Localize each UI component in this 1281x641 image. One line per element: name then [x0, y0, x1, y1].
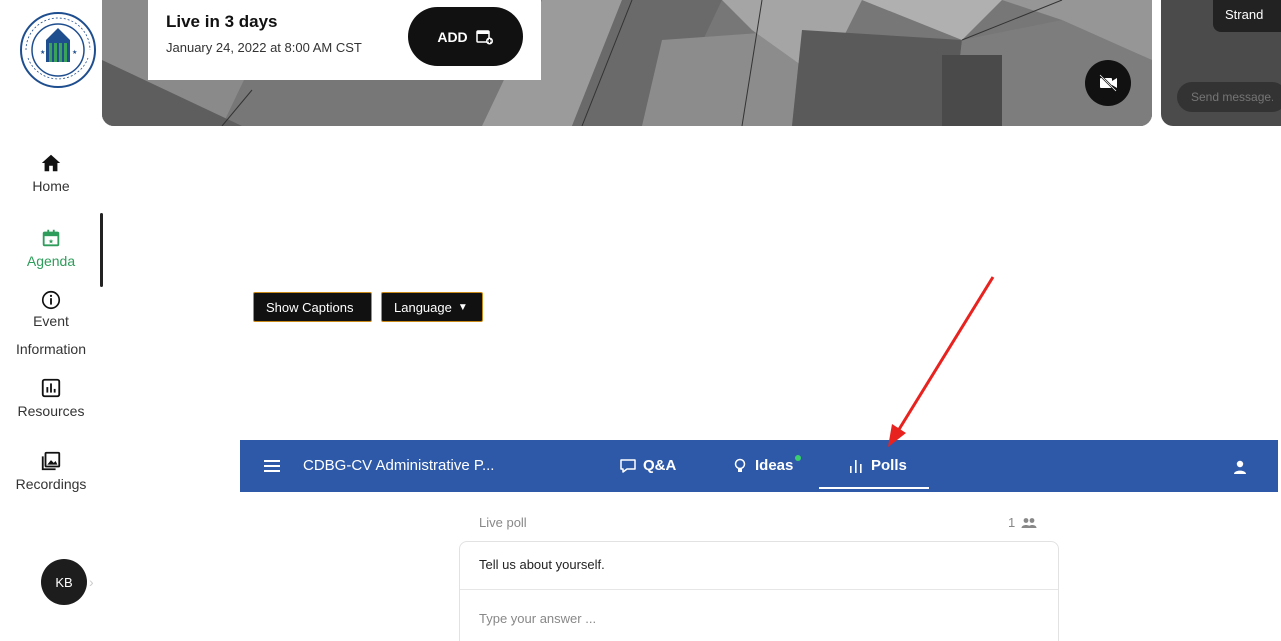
add-to-calendar-button[interactable]: ADD — [408, 7, 523, 66]
participants-icon — [1021, 517, 1037, 528]
home-icon — [41, 154, 61, 172]
new-ideas-indicator — [795, 455, 801, 461]
tab-ideas-label: Ideas — [755, 457, 794, 474]
image-library-icon — [41, 451, 61, 471]
sidebar-item-agenda[interactable]: ★ Agenda — [0, 227, 102, 269]
svg-text:★: ★ — [72, 49, 77, 56]
add-button-label: ADD — [437, 28, 468, 45]
tab-qa[interactable]: Q&A — [619, 457, 676, 474]
lightbulb-icon — [734, 458, 746, 472]
sidebar-item-label: Event — [33, 313, 69, 329]
chevron-right-icon[interactable]: › — [89, 574, 94, 590]
poll-answer-input[interactable]: Type your answer ... — [479, 611, 596, 626]
caret-down-icon: ▼ — [457, 301, 468, 313]
sidebar-item-recordings[interactable]: Recordings — [0, 450, 102, 492]
chat-bubble-icon — [620, 458, 636, 473]
tab-polls[interactable]: Polls — [847, 457, 907, 474]
calendar-icon: ★ — [42, 229, 60, 247]
sidebar-item-home[interactable]: Home — [0, 152, 102, 194]
poll-status-label: Live poll — [479, 515, 527, 530]
language-dropdown[interactable]: Language ▼ — [381, 292, 483, 322]
camera-off-button[interactable] — [1085, 60, 1131, 106]
language-label: Language — [394, 299, 452, 315]
calendar-add-icon — [475, 29, 493, 44]
sidebar-item-label: Agenda — [26, 253, 76, 269]
send-message-input[interactable] — [1177, 82, 1281, 112]
user-avatar[interactable]: KB — [41, 559, 87, 605]
active-tab-indicator — [819, 487, 929, 489]
app-window: ★ ★ Home ★ Agenda Event Information Reso… — [0, 0, 1281, 641]
sidebar-item-label: Recordings — [15, 476, 87, 492]
hud-seal-logo: ★ ★ — [20, 12, 96, 88]
poll-divider — [460, 589, 1058, 590]
sidebar-item-label: Home — [32, 178, 70, 194]
show-captions-label: Show Captions — [266, 299, 354, 315]
tab-ideas[interactable]: Ideas — [731, 457, 793, 474]
user-profile-icon[interactable] — [1232, 459, 1248, 475]
sidebar-item-label-line2: Information — [15, 341, 87, 357]
tab-qa-label: Q&A — [643, 457, 677, 474]
chart-box-icon — [41, 378, 61, 398]
hamburger-menu-icon[interactable] — [264, 459, 280, 473]
show-captions-button[interactable]: Show Captions — [253, 292, 372, 322]
sidebar-item-resources[interactable]: Resources — [0, 377, 102, 419]
avatar-initials: KB — [55, 574, 73, 590]
svg-text:★: ★ — [40, 49, 45, 56]
camera-off-icon — [1099, 74, 1117, 92]
chat-author-tag: Strand — [1213, 0, 1281, 32]
sidebar-item-event-information[interactable]: Event Information — [0, 289, 102, 364]
poll-question: Tell us about yourself. — [479, 557, 605, 572]
slido-event-title[interactable]: CDBG-CV Administrative P... — [303, 457, 494, 474]
poll-participant-count: 1 — [1008, 515, 1037, 530]
tab-polls-label: Polls — [871, 457, 907, 474]
event-start-datetime: January 24, 2022 at 8:00 AM CST — [166, 40, 362, 55]
sidebar-item-label: Resources — [17, 403, 85, 419]
live-countdown-title: Live in 3 days — [166, 12, 278, 31]
sidebar-active-indicator — [100, 213, 103, 287]
svg-text:★: ★ — [48, 239, 54, 246]
poll-card — [459, 541, 1059, 641]
bar-chart-icon — [850, 459, 862, 473]
participant-count-value: 1 — [1008, 515, 1016, 530]
